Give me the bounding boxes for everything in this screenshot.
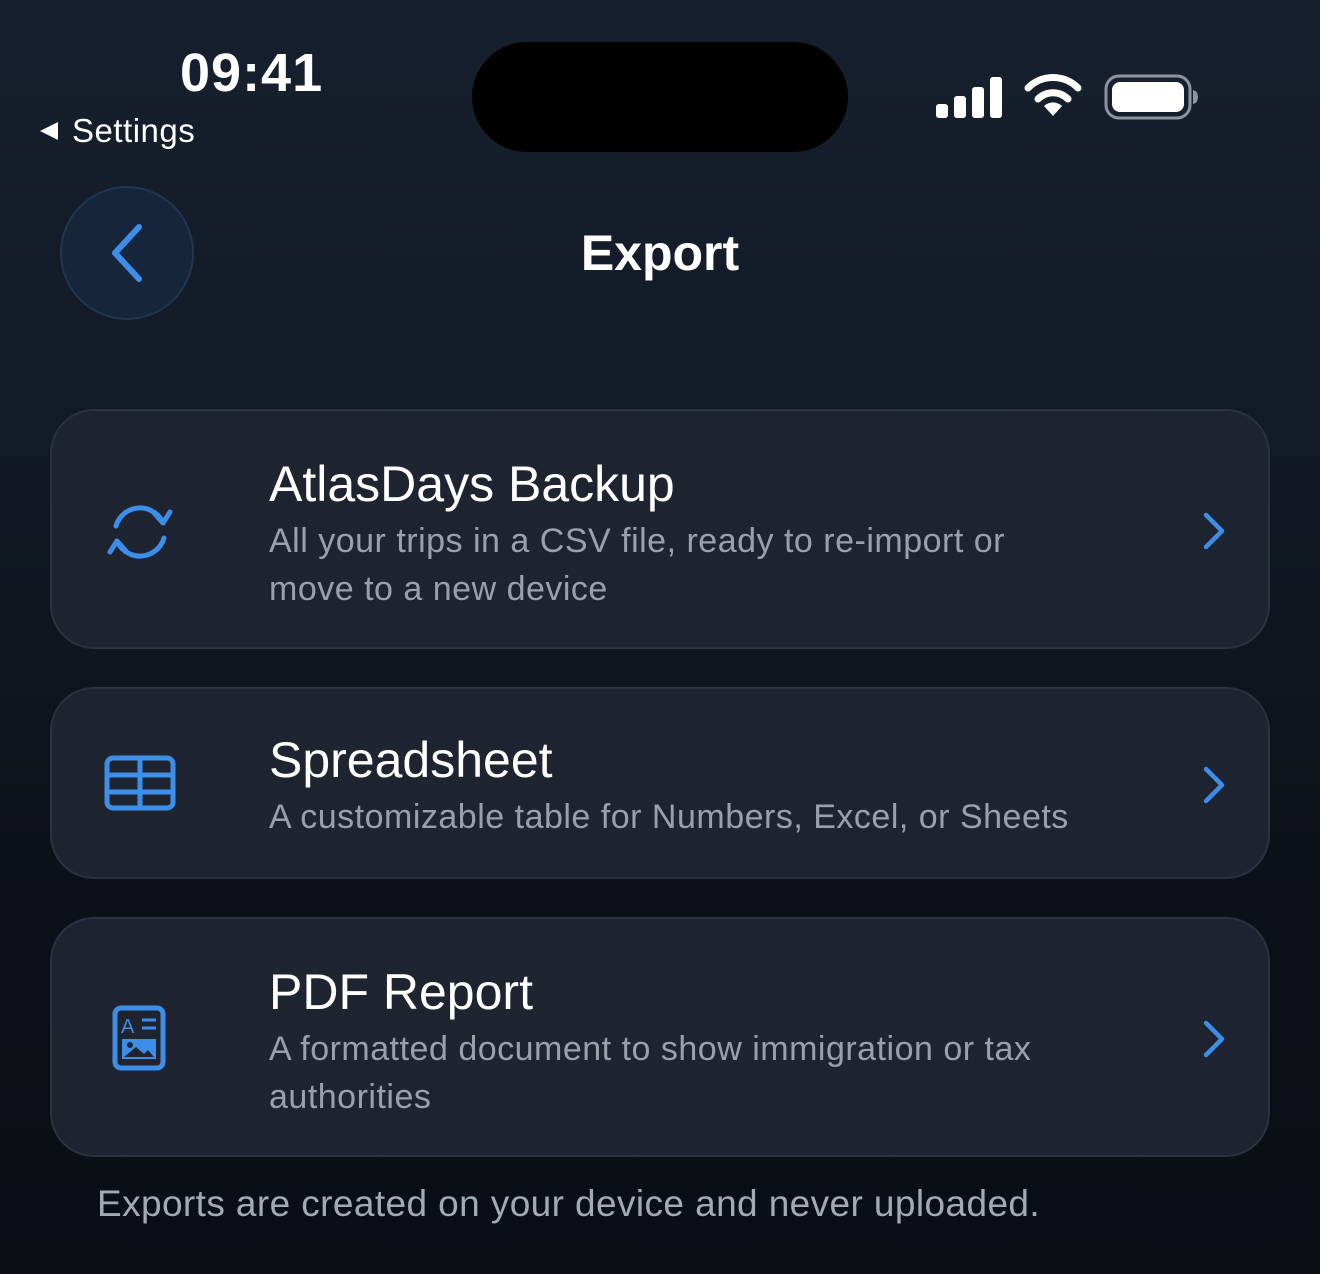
option-title: Spreadsheet <box>269 732 553 788</box>
chevron-right-icon <box>1203 512 1225 550</box>
chevron-right-icon <box>1203 1020 1225 1058</box>
option-description: A formatted document to show immigration… <box>269 1030 1032 1116</box>
chevron-right-icon <box>1203 766 1225 804</box>
option-title: PDF Report <box>269 964 533 1020</box>
dynamic-island <box>472 42 848 152</box>
back-to-app-label: Settings <box>72 112 196 149</box>
option-pdf-report[interactable]: A PDF Report A formatted document to sho… <box>50 917 1270 1157</box>
wifi-icon <box>1024 74 1082 116</box>
back-triangle-icon <box>40 122 58 140</box>
option-spreadsheet[interactable]: Spreadsheet A customizable table for Num… <box>50 687 1270 879</box>
back-to-app-button[interactable]: Settings <box>38 112 195 150</box>
svg-text:A: A <box>121 1016 135 1038</box>
status-time: 09:41 <box>180 43 324 103</box>
table-icon <box>104 755 176 811</box>
option-description: A customizable table for Numbers, Excel,… <box>269 798 1069 836</box>
option-backup[interactable]: AtlasDays Backup All your trips in a CSV… <box>50 409 1270 649</box>
option-title: AtlasDays Backup <box>269 456 675 512</box>
document-report-icon: A <box>112 1005 166 1071</box>
footer-note: Exports are created on your device and n… <box>97 1183 1041 1224</box>
page-title: Export <box>580 225 740 281</box>
sync-arrows-icon <box>107 505 173 559</box>
battery-full-icon <box>1104 74 1198 120</box>
status-bar: 09:41 Settings <box>0 0 1320 170</box>
option-description: All your trips in a CSV file, ready to r… <box>269 522 1005 608</box>
cellular-signal-icon <box>936 77 1002 118</box>
